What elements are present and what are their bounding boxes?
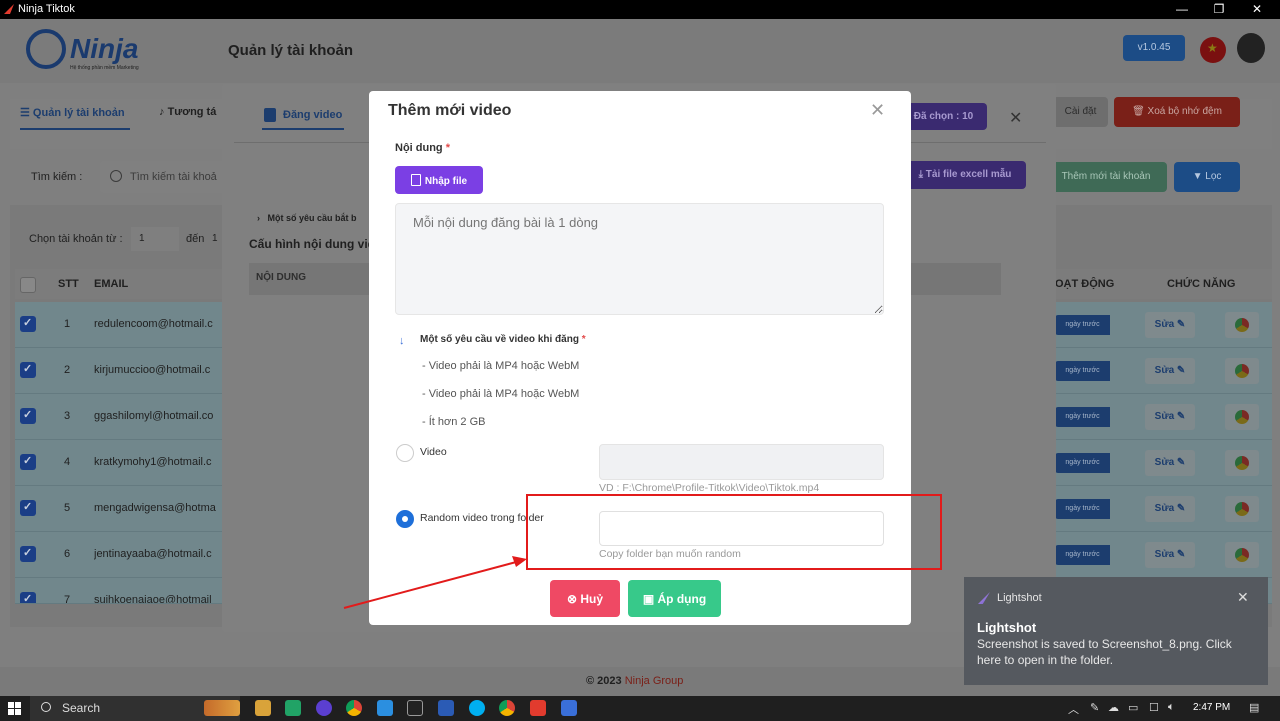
windows-start-icon[interactable] xyxy=(8,702,21,715)
lightshot-icon xyxy=(978,592,990,604)
volume-icon[interactable]: 🔈︎ xyxy=(1168,701,1175,714)
word-icon[interactable] xyxy=(438,700,454,716)
lightshot-tray-icon[interactable]: ✎ xyxy=(1090,701,1099,714)
toast-title: Lightshot xyxy=(977,620,1037,635)
search-icon xyxy=(41,702,51,712)
notification-icon[interactable]: ▤ xyxy=(1249,701,1259,714)
desktop-icon[interactable]: ☐ xyxy=(1149,701,1159,714)
onedrive-icon[interactable]: ☁ xyxy=(1108,701,1119,714)
skype-icon[interactable] xyxy=(469,700,485,716)
taskbar-search-label: Search xyxy=(62,701,101,715)
taskbar: Search ︿ ✎ ☁ ▭ ☐ 🔈︎ 2:47 PM ▤ xyxy=(0,696,1280,721)
vscode-icon[interactable] xyxy=(377,700,393,716)
chrome-taskbar-icon[interactable] xyxy=(499,700,515,716)
clock[interactable]: 2:47 PM xyxy=(1193,702,1230,713)
file-explorer-icon[interactable] xyxy=(255,700,271,716)
ninja-app-icon[interactable] xyxy=(530,700,546,716)
tray-chevron-icon[interactable]: ︿ xyxy=(1068,701,1079,717)
terminal-icon[interactable] xyxy=(407,700,423,716)
pycharm-icon[interactable] xyxy=(285,700,301,716)
toast-app-name: Lightshot xyxy=(997,592,1042,604)
ninja-tiktok-icon[interactable] xyxy=(561,700,577,716)
obs-icon[interactable] xyxy=(316,700,332,716)
toast-message[interactable]: Screenshot is saved to Screenshot_8.png.… xyxy=(977,636,1259,668)
lightshot-notification[interactable]: Lightshot ✕ Lightshot Screenshot is save… xyxy=(964,577,1268,685)
network-icon[interactable]: ▭ xyxy=(1128,701,1138,714)
close-icon[interactable]: ✕ xyxy=(1237,589,1249,606)
chrome-taskbar-icon[interactable] xyxy=(346,700,362,716)
taskbar-banner-icon xyxy=(204,700,240,716)
